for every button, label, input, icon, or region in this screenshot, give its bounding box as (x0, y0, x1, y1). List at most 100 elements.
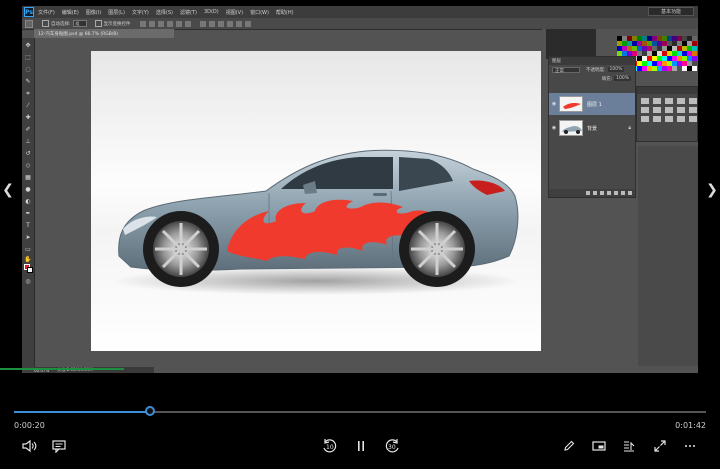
new-layer-icon[interactable] (621, 191, 625, 195)
align-bottom-icon[interactable] (158, 20, 165, 27)
car-image (111, 149, 521, 295)
auto-select-checkbox[interactable] (42, 20, 49, 27)
channel-mixer-icon[interactable] (689, 107, 697, 113)
group-icon[interactable] (614, 191, 618, 195)
hue-icon[interactable] (641, 107, 649, 113)
menu-item-3d[interactable]: 3D(D) (204, 9, 219, 15)
gradient-map-icon[interactable] (677, 116, 685, 122)
background-color-swatch[interactable] (27, 267, 33, 273)
rewind-10-icon[interactable]: 10 (320, 438, 340, 454)
gradient-tool-icon[interactable]: ▦ (24, 174, 32, 181)
menu-item-file[interactable]: 文件(F) (38, 9, 55, 16)
volume-icon[interactable] (20, 438, 38, 454)
adjustment-icon[interactable] (607, 191, 611, 195)
transform-controls-checkbox[interactable] (94, 20, 102, 27)
selective-color-icon[interactable] (689, 116, 697, 122)
layer-row-flame[interactable]: ◉ 图层 1 (549, 93, 635, 115)
healing-tool-icon[interactable]: ✚ (24, 114, 32, 121)
auto-select-dropdown[interactable]: 组 (72, 20, 87, 27)
opacity-value[interactable]: 100% (607, 67, 625, 72)
layers-tab[interactable]: 图层 (549, 57, 635, 65)
menu-item-help[interactable]: 帮助(H) (276, 9, 294, 16)
adjustments-header (637, 87, 697, 94)
align-top-icon[interactable] (140, 20, 147, 27)
menu-item-window[interactable]: 窗口(W) (250, 9, 269, 16)
exposure-icon[interactable] (677, 98, 685, 104)
blend-mode-select[interactable]: 正常 (552, 66, 580, 74)
mini-player-icon[interactable] (590, 438, 608, 454)
pen-edit-icon[interactable] (560, 438, 578, 454)
invert-icon[interactable] (641, 116, 649, 122)
align-right-icon[interactable] (185, 20, 192, 27)
type-tool-icon[interactable]: T (24, 222, 32, 229)
crop-tool-icon[interactable]: ⌗ (24, 90, 32, 97)
path-select-icon[interactable]: ➤ (24, 234, 32, 241)
previous-arrow-icon[interactable]: ❮ (2, 180, 14, 200)
eyedropper-tool-icon[interactable]: ⁄ (24, 102, 32, 109)
shape-tool-icon[interactable]: ▭ (24, 246, 32, 253)
swatch-cell[interactable] (692, 66, 697, 71)
move-tool-icon[interactable]: ✥ (24, 42, 32, 49)
distribute-middle-icon[interactable] (209, 20, 216, 27)
fill-value[interactable]: 100% (614, 76, 631, 81)
bw-icon[interactable] (665, 107, 673, 113)
pen-tool-icon[interactable]: ✒ (24, 210, 32, 217)
dodge-tool-icon[interactable]: ◐ (24, 198, 32, 205)
video-frame[interactable]: Ps 文件(F) 编辑(E) 图像(I) 图层(L) 文字(Y) 选择(S) 滤… (22, 6, 698, 373)
menu-item-filter[interactable]: 滤镜(T) (180, 9, 197, 16)
eraser-tool-icon[interactable]: ◇ (24, 162, 32, 169)
align-middle-icon[interactable] (149, 20, 156, 27)
progress-bar[interactable] (14, 406, 706, 416)
color-balance-icon[interactable] (653, 107, 661, 113)
threshold-icon[interactable] (665, 116, 673, 122)
mask-icon[interactable] (600, 191, 604, 195)
marquee-tool-icon[interactable]: ⬚ (24, 54, 32, 61)
move-tool-icon[interactable] (25, 19, 33, 28)
ps-logo-icon: Ps (24, 7, 34, 17)
vibrance-icon[interactable] (689, 98, 697, 104)
history-brush-icon[interactable]: ↺ (24, 150, 32, 157)
align-left-icon[interactable] (167, 20, 174, 27)
distribute-top-icon[interactable] (200, 20, 207, 27)
forward-30-icon[interactable]: 30 (382, 438, 402, 454)
next-arrow-icon[interactable]: ❯ (706, 180, 718, 200)
menu-item-image[interactable]: 图像(I) (86, 9, 101, 16)
cast-icon[interactable] (620, 438, 638, 454)
progress-thumb[interactable] (144, 406, 155, 416)
captions-icon[interactable] (50, 438, 68, 454)
workspace-select[interactable]: 基本功能 (648, 7, 694, 16)
trash-icon[interactable] (628, 191, 632, 195)
posterize-icon[interactable] (653, 116, 661, 122)
menu-item-view[interactable]: 视图(V) (226, 9, 243, 16)
document-canvas[interactable] (91, 51, 541, 351)
lasso-tool-icon[interactable]: ◌ (24, 66, 32, 73)
fx-icon[interactable] (593, 191, 597, 195)
more-options-icon[interactable] (681, 438, 699, 454)
link-layers-icon[interactable] (586, 191, 590, 195)
photo-filter-icon[interactable] (677, 107, 685, 113)
pause-icon[interactable] (352, 438, 370, 454)
distribute-bottom-icon[interactable] (218, 20, 225, 27)
hand-tool-icon[interactable]: ✋ (24, 256, 32, 263)
brightness-icon[interactable] (641, 98, 649, 104)
menu-item-edit[interactable]: 编辑(E) (62, 9, 79, 16)
stamp-tool-icon[interactable]: ⊥ (24, 138, 32, 145)
quick-select-tool-icon[interactable]: ✎ (24, 78, 32, 85)
curves-icon[interactable] (665, 98, 673, 104)
menu-item-layer[interactable]: 图层(L) (108, 9, 125, 16)
fullscreen-icon[interactable] (651, 438, 669, 454)
document-tab[interactable]: 12-汽车身贴图.psd @ 66.7% (RGB/8) (34, 29, 174, 38)
blur-tool-icon[interactable]: ● (24, 186, 32, 193)
distribute-right-icon[interactable] (245, 20, 252, 27)
distribute-center-icon[interactable] (236, 20, 243, 27)
menu-item-select[interactable]: 选择(S) (156, 9, 173, 16)
menu-item-type[interactable]: 文字(Y) (132, 9, 149, 16)
layer-row-background[interactable]: ◉ 背景 🔒︎ (549, 117, 635, 139)
levels-icon[interactable] (653, 98, 661, 104)
eye-icon[interactable]: ◉ (549, 125, 559, 131)
distribute-left-icon[interactable] (227, 20, 234, 27)
quick-mask-icon[interactable]: ◎ (24, 278, 32, 285)
align-center-icon[interactable] (176, 20, 183, 27)
brush-tool-icon[interactable]: ✐ (24, 126, 32, 133)
eye-icon[interactable]: ◉ (549, 101, 559, 107)
